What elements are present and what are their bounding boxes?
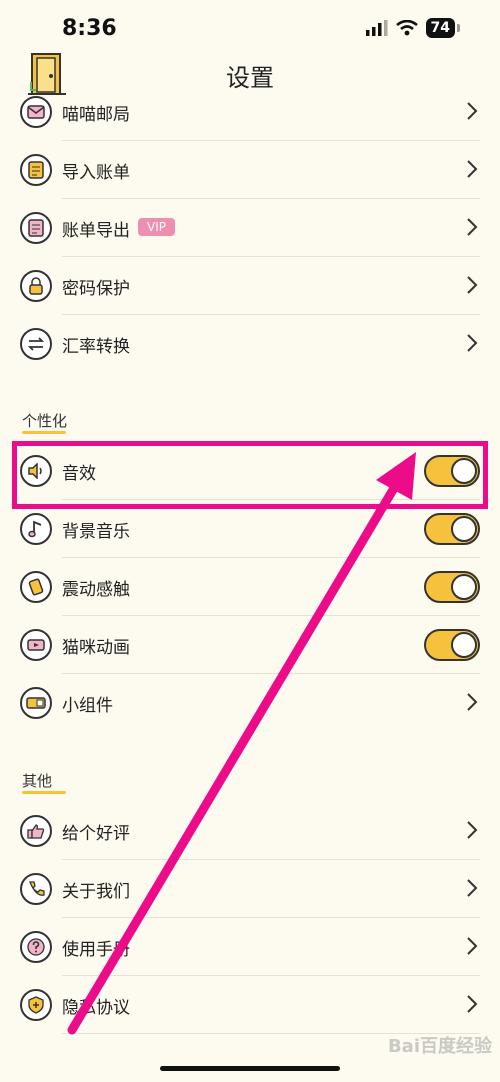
watermark: Bai百度经验	[387, 1036, 492, 1057]
annotation-arrow	[67, 452, 416, 1035]
home-indicator	[160, 1066, 340, 1071]
